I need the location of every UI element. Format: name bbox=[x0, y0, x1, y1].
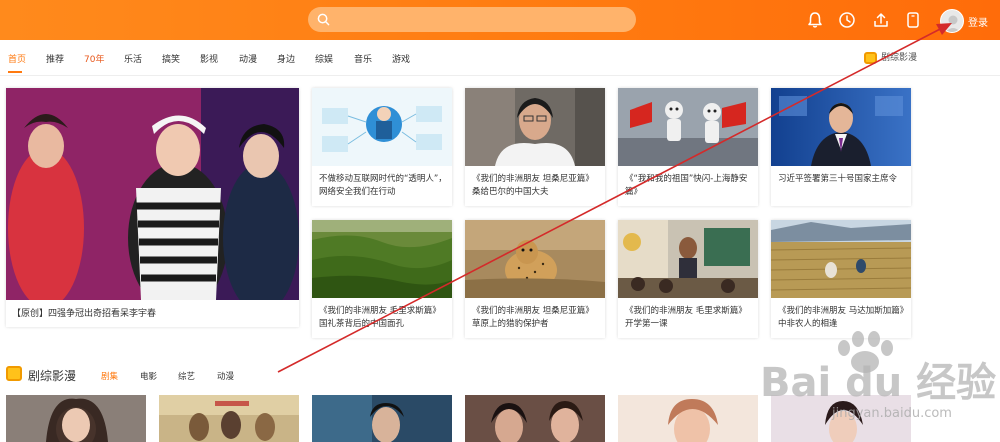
nav-item-70years[interactable]: 70年 bbox=[84, 52, 104, 65]
tab-anime[interactable]: 动漫 bbox=[217, 370, 234, 382]
watermark-url: jingyan.baidu.com bbox=[832, 406, 952, 421]
avatar[interactable] bbox=[940, 9, 964, 33]
video-thumbnail bbox=[618, 220, 758, 298]
video-thumbnail bbox=[618, 88, 758, 166]
nav-item-funny[interactable]: 搞笑 bbox=[162, 52, 180, 65]
video-card[interactable]: 《我们的非洲朋友 毛里求斯篇》国礼茶背后的中国面孔 bbox=[312, 220, 452, 338]
featured-caption: 【原创】四强争冠出奇招看呆李宇春 bbox=[12, 309, 157, 319]
video-title: 习近平签署第三十号国家主席令 bbox=[778, 174, 898, 184]
video-card[interactable]: 不做移动互联网时代的“透明人”，网络安全我们在行动 bbox=[312, 88, 452, 206]
video-card[interactable]: 《我们的非洲朋友 毛里求斯篇》开学第一课 bbox=[618, 220, 758, 338]
video-title: 《我们的非洲朋友 坦桑尼亚篇》桑给巴尔的中国大夫 bbox=[472, 174, 594, 197]
nav-item-music[interactable]: 音乐 bbox=[354, 52, 372, 65]
upload-icon[interactable] bbox=[871, 10, 891, 30]
drama-tile[interactable] bbox=[159, 395, 299, 442]
video-title: 不做移动互联网时代的“透明人”，网络安全我们在行动 bbox=[319, 174, 447, 197]
top-bar: 登录 bbox=[0, 0, 1000, 40]
tab-movie[interactable]: 电影 bbox=[140, 370, 157, 382]
video-title: 《我们的非洲朋友 坦桑尼亚篇》草原上的猎豹保护者 bbox=[472, 306, 594, 329]
tab-variety[interactable]: 综艺 bbox=[178, 370, 195, 382]
video-card[interactable]: 《我们的非洲朋友 坦桑尼亚篇》桑给巴尔的中国大夫 bbox=[465, 88, 605, 206]
login-link[interactable]: 登录 bbox=[968, 14, 988, 29]
nav-item-anime[interactable]: 动漫 bbox=[239, 52, 257, 65]
tab-drama[interactable]: 剧集 bbox=[101, 370, 118, 382]
active-tab-indicator bbox=[8, 71, 22, 73]
video-card[interactable]: 习近平签署第三十号国家主席令 bbox=[771, 88, 911, 206]
tablet-icon[interactable] bbox=[903, 10, 923, 30]
nav-item-variety[interactable]: 综娱 bbox=[315, 52, 333, 65]
nav-drama-label: 剧综影漫 bbox=[881, 53, 918, 63]
video-card[interactable]: 《“我和我的祖国”快闪-上海静安篇》 bbox=[618, 88, 758, 206]
video-title: 《我们的非洲朋友 毛里求斯篇》国礼茶背后的中国面孔 bbox=[319, 306, 441, 329]
drama-logo-icon bbox=[864, 51, 877, 64]
video-title: 《我们的非洲朋友 毛里求斯篇》开学第一课 bbox=[625, 306, 747, 329]
video-thumbnail bbox=[312, 220, 452, 298]
nav-item-games[interactable]: 游戏 bbox=[392, 52, 410, 65]
nav-item-local[interactable]: 身边 bbox=[277, 52, 295, 65]
video-thumbnail bbox=[771, 88, 911, 166]
drama-tile[interactable] bbox=[618, 395, 758, 442]
video-thumbnail bbox=[465, 88, 605, 166]
drama-tile[interactable] bbox=[312, 395, 452, 442]
video-thumbnail bbox=[771, 220, 911, 298]
clock-icon[interactable] bbox=[837, 10, 857, 30]
page: 登录 首页 推荐 70年 乐活 搞笑 影视 动漫 身边 综娱 音乐 游戏 剧综影… bbox=[0, 0, 1000, 442]
section-title: 剧综影漫 bbox=[28, 369, 77, 383]
video-thumbnail bbox=[312, 88, 452, 166]
drama-tile[interactable] bbox=[6, 395, 146, 442]
drama-tile[interactable] bbox=[465, 395, 605, 442]
search-input[interactable] bbox=[308, 7, 636, 32]
nav-item-recommend[interactable]: 推荐 bbox=[46, 52, 64, 65]
user-icon bbox=[945, 15, 961, 32]
channel-nav: 首页 推荐 70年 乐活 搞笑 影视 动漫 身边 综娱 音乐 游戏 剧综影漫 bbox=[0, 40, 1000, 76]
nav-item-film[interactable]: 影视 bbox=[200, 52, 218, 65]
nav-item-lifestyle[interactable]: 乐活 bbox=[124, 52, 142, 65]
nav-drama-link[interactable]: 剧综影漫 bbox=[864, 50, 917, 64]
video-thumbnail bbox=[465, 220, 605, 298]
video-card[interactable]: 《我们的非洲朋友 坦桑尼亚篇》草原上的猎豹保护者 bbox=[465, 220, 605, 338]
baidu-watermark: Bai du 经验 bbox=[760, 331, 996, 408]
drama-section-logo-icon bbox=[6, 366, 22, 381]
paw-icon bbox=[838, 331, 893, 373]
video-title: 《“我和我的祖国”快闪-上海静安篇》 bbox=[625, 174, 748, 197]
featured-video[interactable]: 【原创】四强争冠出奇招看呆李宇春 bbox=[6, 88, 299, 327]
video-title: 《我们的非洲朋友 马达加斯加篇》中非农人的相逢 bbox=[778, 306, 904, 329]
nav-item-home[interactable]: 首页 bbox=[8, 52, 26, 65]
video-card[interactable]: 《我们的非洲朋友 马达加斯加篇》中非农人的相逢 bbox=[771, 220, 911, 338]
featured-thumbnail bbox=[6, 88, 299, 300]
bell-icon[interactable] bbox=[805, 10, 825, 30]
search-icon bbox=[317, 13, 330, 26]
